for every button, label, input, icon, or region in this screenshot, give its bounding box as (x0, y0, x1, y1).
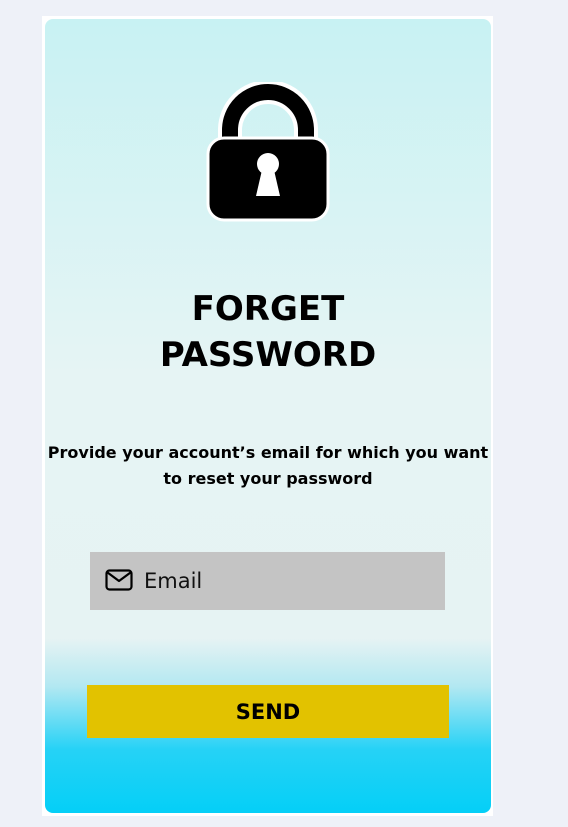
instructions-text: Provide your account’s email for which y… (47, 440, 489, 492)
page-title: FORGET PASSWORD (120, 286, 416, 378)
title-line-1: FORGET (191, 289, 345, 329)
lock-icon (206, 82, 330, 222)
instructions-line-1: Provide your account’s email for which y… (47, 443, 489, 462)
envelope-icon (105, 569, 133, 591)
send-button[interactable]: SEND (87, 685, 449, 738)
title-line-2: PASSWORD (159, 335, 377, 375)
email-field[interactable] (90, 552, 445, 610)
email-input[interactable] (144, 552, 434, 610)
instructions-line-2: to reset your password (163, 469, 373, 488)
